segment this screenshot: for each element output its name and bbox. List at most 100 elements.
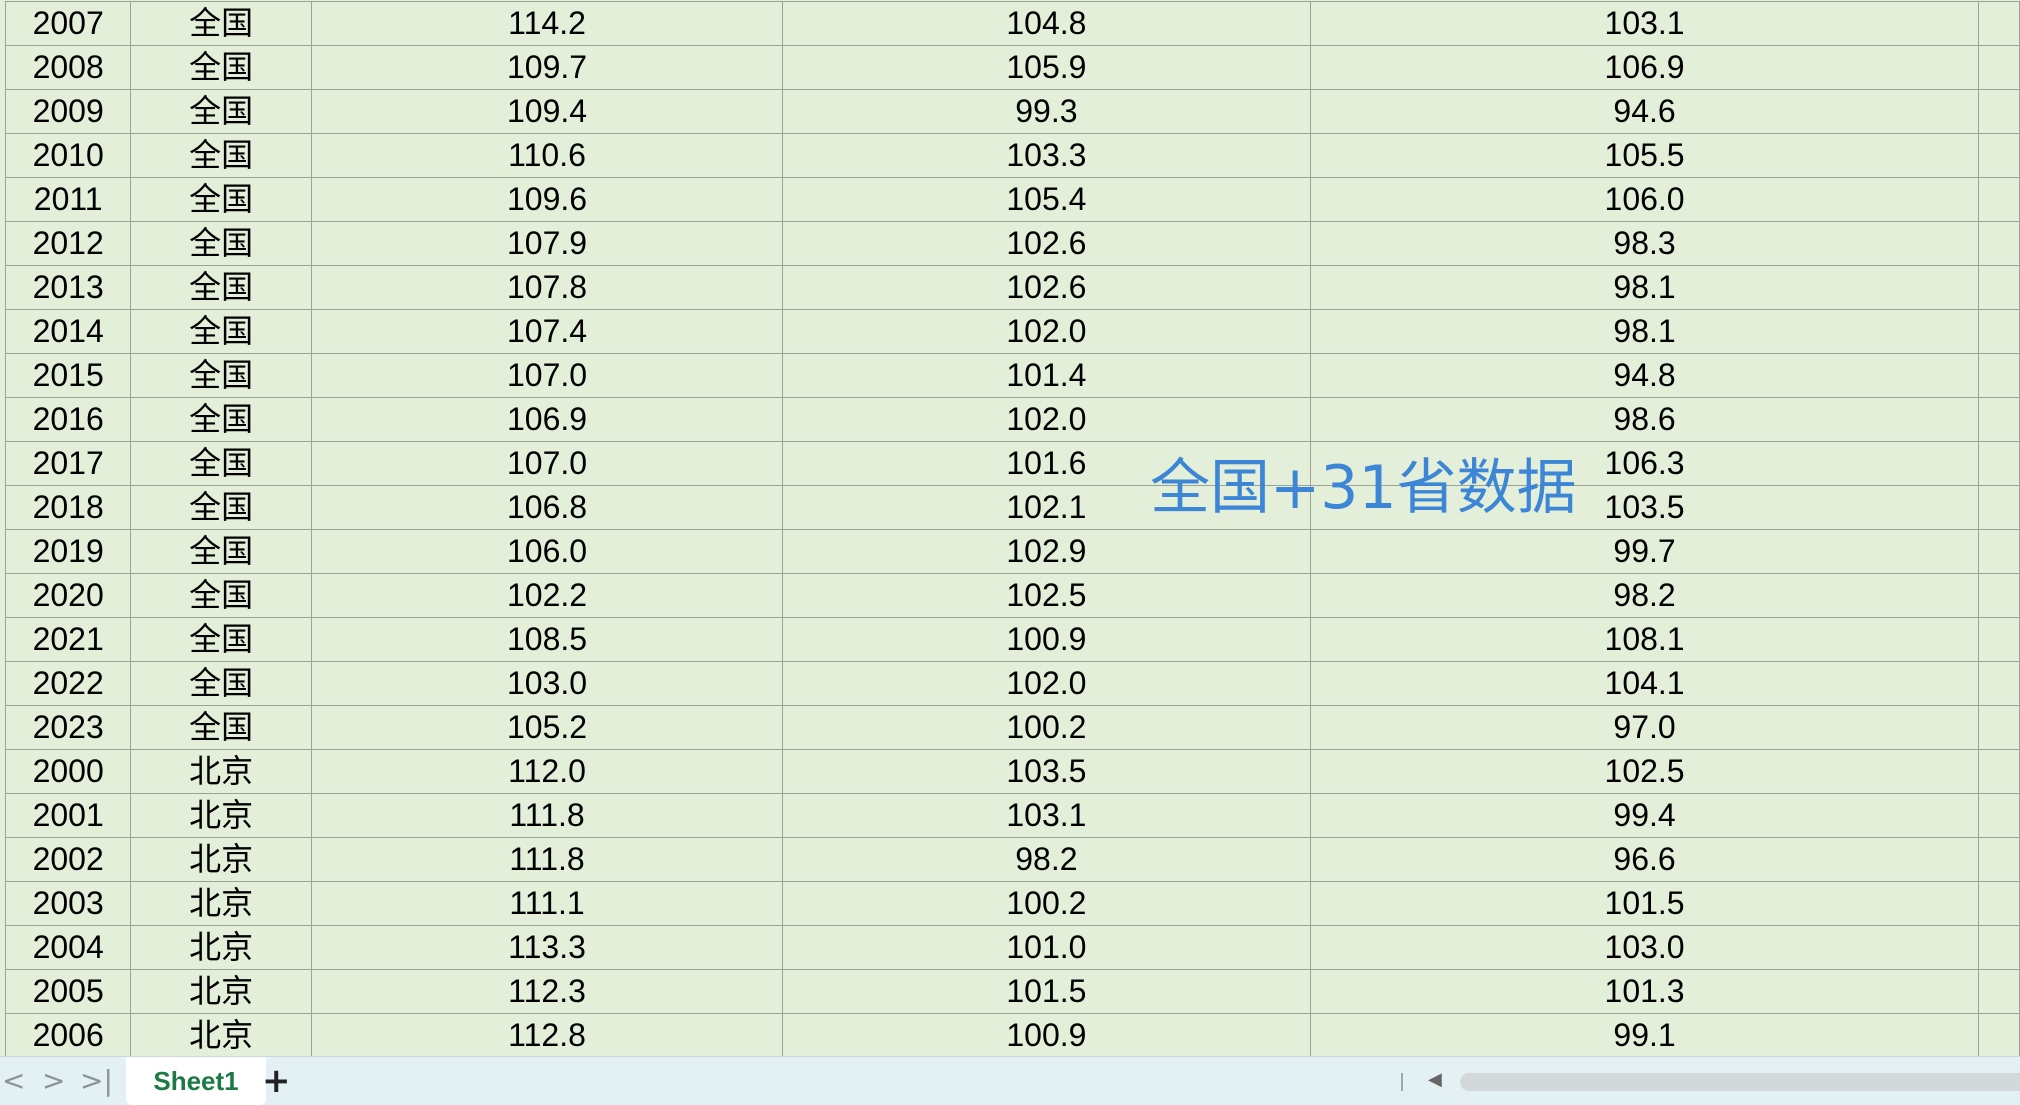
region-cell[interactable]: 北京 (130, 925, 312, 970)
value-cell-2[interactable]: 102.6 (782, 265, 1311, 310)
value-cell-1[interactable]: 107.4 (310, 309, 784, 354)
year-cell[interactable]: 2019 (4, 529, 132, 574)
region-cell[interactable]: 北京 (130, 837, 312, 882)
region-cell[interactable]: 全国 (130, 265, 312, 310)
value-cell-1[interactable]: 103.0 (310, 661, 784, 706)
year-cell[interactable]: 2004 (4, 925, 132, 970)
region-cell[interactable]: 全国 (130, 45, 312, 90)
value-cell-1[interactable]: 109.4 (310, 89, 784, 134)
scroll-left-arrow-icon[interactable]: ◀ (1428, 1069, 1442, 1090)
value-cell-3[interactable]: 97.0 (1309, 705, 1980, 750)
year-cell[interactable]: 2008 (4, 45, 132, 90)
region-cell[interactable]: 全国 (130, 133, 312, 178)
empty-cell[interactable] (1978, 89, 2020, 134)
value-cell-2[interactable]: 102.5 (782, 573, 1311, 618)
value-cell-2[interactable]: 105.4 (782, 177, 1311, 222)
region-cell[interactable]: 全国 (130, 441, 312, 486)
value-cell-1[interactable]: 108.5 (310, 617, 784, 662)
year-cell[interactable]: 2000 (4, 749, 132, 794)
region-cell[interactable]: 北京 (130, 749, 312, 794)
year-cell[interactable]: 2003 (4, 881, 132, 926)
value-cell-2[interactable]: 102.0 (782, 309, 1311, 354)
region-cell[interactable]: 全国 (130, 353, 312, 398)
value-cell-3[interactable]: 103.0 (1309, 925, 1980, 970)
value-cell-3[interactable]: 98.2 (1309, 573, 1980, 618)
empty-cell[interactable] (1978, 837, 2020, 882)
value-cell-3[interactable]: 99.1 (1309, 1013, 1980, 1056)
year-cell[interactable]: 2002 (4, 837, 132, 882)
region-cell[interactable]: 全国 (130, 221, 312, 266)
empty-cell[interactable] (1978, 529, 2020, 574)
value-cell-1[interactable]: 106.9 (310, 397, 784, 442)
region-cell[interactable]: 全国 (130, 529, 312, 574)
tab-sheet1[interactable]: Sheet1 (126, 1057, 266, 1105)
value-cell-2[interactable]: 105.9 (782, 45, 1311, 90)
empty-cell[interactable] (1978, 177, 2020, 222)
year-cell[interactable]: 2017 (4, 441, 132, 486)
year-cell[interactable]: 2006 (4, 1013, 132, 1056)
empty-cell[interactable] (1978, 661, 2020, 706)
region-cell[interactable]: 北京 (130, 793, 312, 838)
region-cell[interactable]: 北京 (130, 1013, 312, 1056)
region-cell[interactable]: 全国 (130, 309, 312, 354)
value-cell-1[interactable]: 111.8 (310, 793, 784, 838)
value-cell-3[interactable]: 106.9 (1309, 45, 1980, 90)
year-cell[interactable]: 2007 (4, 1, 132, 46)
value-cell-2[interactable]: 101.4 (782, 353, 1311, 398)
region-cell[interactable]: 全国 (130, 485, 312, 530)
value-cell-2[interactable]: 101.0 (782, 925, 1311, 970)
year-cell[interactable]: 2005 (4, 969, 132, 1014)
year-cell[interactable]: 2018 (4, 485, 132, 530)
value-cell-3[interactable]: 106.0 (1309, 177, 1980, 222)
value-cell-1[interactable]: 114.2 (310, 1, 784, 46)
empty-cell[interactable] (1978, 793, 2020, 838)
value-cell-1[interactable]: 112.3 (310, 969, 784, 1014)
empty-cell[interactable] (1978, 1, 2020, 46)
nav-first-sheet-button[interactable]: < (2, 1063, 25, 1099)
empty-cell[interactable] (1978, 309, 2020, 354)
year-cell[interactable]: 2020 (4, 573, 132, 618)
year-cell[interactable]: 2023 (4, 705, 132, 750)
value-cell-2[interactable]: 103.1 (782, 793, 1311, 838)
year-cell[interactable]: 2010 (4, 133, 132, 178)
empty-cell[interactable] (1978, 617, 2020, 662)
value-cell-1[interactable]: 109.6 (310, 177, 784, 222)
value-cell-1[interactable]: 107.9 (310, 221, 784, 266)
empty-cell[interactable] (1978, 881, 2020, 926)
region-cell[interactable]: 全国 (130, 705, 312, 750)
region-cell[interactable]: 全国 (130, 397, 312, 442)
region-cell[interactable]: 全国 (130, 617, 312, 662)
empty-cell[interactable] (1978, 485, 2020, 530)
value-cell-3[interactable]: 98.1 (1309, 265, 1980, 310)
value-cell-3[interactable]: 101.3 (1309, 969, 1980, 1014)
year-cell[interactable]: 2021 (4, 617, 132, 662)
empty-cell[interactable] (1978, 265, 2020, 310)
value-cell-3[interactable]: 99.7 (1309, 529, 1980, 574)
spreadsheet-grid[interactable]: 2007 全国 114.2 104.8 103.1 2008 全国 109.7 105.9 106… (0, 0, 2020, 1056)
empty-cell[interactable] (1978, 353, 2020, 398)
value-cell-1[interactable]: 109.7 (310, 45, 784, 90)
value-cell-2[interactable]: 98.2 (782, 837, 1311, 882)
year-cell[interactable]: 2011 (4, 177, 132, 222)
value-cell-3[interactable]: 104.1 (1309, 661, 1980, 706)
value-cell-3[interactable]: 94.6 (1309, 89, 1980, 134)
value-cell-2[interactable]: 101.5 (782, 969, 1311, 1014)
year-cell[interactable]: 2012 (4, 221, 132, 266)
value-cell-1[interactable]: 113.3 (310, 925, 784, 970)
empty-cell[interactable] (1978, 1013, 2020, 1056)
nav-last-sheet-button[interactable]: >| (80, 1063, 113, 1099)
value-cell-3[interactable]: 102.5 (1309, 749, 1980, 794)
value-cell-2[interactable]: 99.3 (782, 89, 1311, 134)
empty-cell[interactable] (1978, 397, 2020, 442)
value-cell-3[interactable]: 98.6 (1309, 397, 1980, 442)
value-cell-2[interactable]: 102.0 (782, 397, 1311, 442)
value-cell-1[interactable]: 105.2 (310, 705, 784, 750)
value-cell-2[interactable]: 102.0 (782, 661, 1311, 706)
horizontal-scrollbar[interactable] (1460, 1073, 2020, 1091)
empty-cell[interactable] (1978, 749, 2020, 794)
value-cell-1[interactable]: 111.1 (310, 881, 784, 926)
empty-cell[interactable] (1978, 221, 2020, 266)
value-cell-2[interactable]: 102.9 (782, 529, 1311, 574)
region-cell[interactable]: 北京 (130, 969, 312, 1014)
add-sheet-button[interactable]: + (262, 1061, 291, 1101)
